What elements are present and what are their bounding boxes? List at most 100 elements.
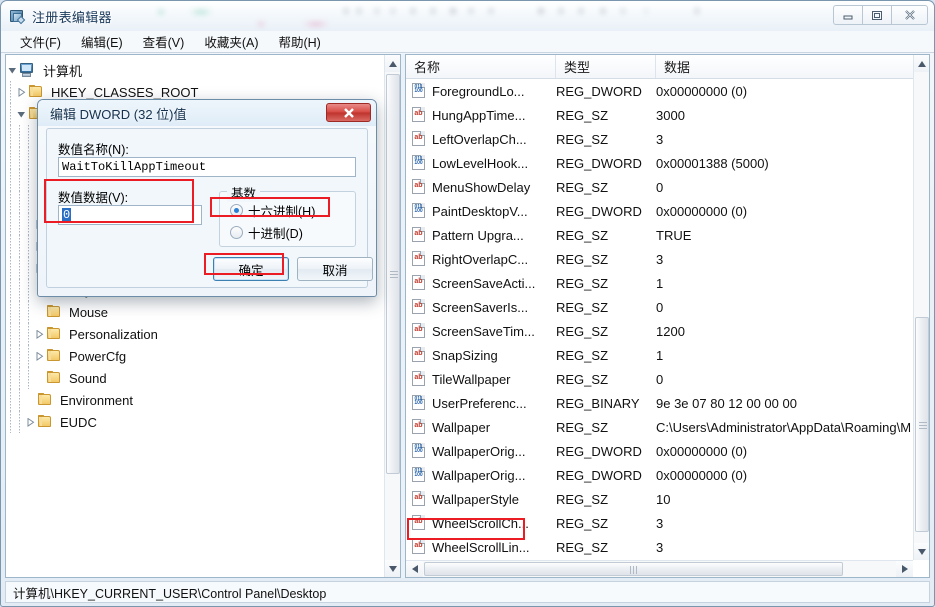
maximize-button[interactable] <box>862 5 891 25</box>
registry-editor-window: 注册表编辑器 文件(F) 编辑(E) 查看(V) 收藏夹(A) 帮助(H) <box>0 0 935 607</box>
tree-no-arrow <box>33 301 45 323</box>
collapse-arrow-icon[interactable] <box>33 323 45 345</box>
collapse-arrow-icon[interactable] <box>33 345 45 367</box>
table-row[interactable]: abScreenSaverIs...REG_SZ0 <box>406 295 913 319</box>
value-type-cell: REG_SZ <box>556 348 656 363</box>
dword-value-icon: 011100 <box>411 443 427 459</box>
ok-button[interactable]: 确定 <box>213 257 289 281</box>
value-name-cell: 011100LowLevelHook... <box>406 155 556 171</box>
table-row[interactable]: abWheelScrollCh...REG_SZ3 <box>406 511 913 535</box>
radio-hexadecimal[interactable]: 十六进制(H) <box>230 201 315 219</box>
tree-indent <box>6 103 15 125</box>
column-header-name[interactable]: 名称 <box>406 55 556 78</box>
list-horizontal-scrollbar[interactable] <box>406 560 913 577</box>
tree-item[interactable]: PowerCfg <box>6 345 384 367</box>
column-header-type[interactable]: 类型 <box>556 55 656 78</box>
table-row[interactable]: abRightOverlapC...REG_SZ3 <box>406 247 913 271</box>
expand-arrow-icon[interactable] <box>6 59 18 81</box>
list-scroll-up-arrow[interactable] <box>914 55 929 72</box>
table-row[interactable]: 011100ForegroundLo...REG_DWORD0x00000000… <box>406 79 913 103</box>
table-row[interactable]: abTileWallpaperREG_SZ0 <box>406 367 913 391</box>
value-data-cell: 3 <box>656 132 913 147</box>
table-row[interactable]: 011100PaintDesktopV...REG_DWORD0x0000000… <box>406 199 913 223</box>
value-type-cell: REG_SZ <box>556 276 656 291</box>
registry-values-pane: 名称 类型 数据 011100ForegroundLo...REG_DWORD0… <box>405 54 930 578</box>
value-type-cell: REG_SZ <box>556 252 656 267</box>
value-data-cell: 0x00000000 (0) <box>656 468 913 483</box>
value-data-cell: 0x00000000 (0) <box>656 84 913 99</box>
table-row[interactable]: 011100UserPreferenc...REG_BINARY9e 3e 07… <box>406 391 913 415</box>
folder-icon <box>36 414 53 430</box>
tree-scroll-down-arrow[interactable] <box>385 560 400 577</box>
close-button[interactable] <box>891 5 928 25</box>
value-name-text: TileWallpaper <box>432 372 511 387</box>
value-data-cell: 1 <box>656 348 913 363</box>
string-value-icon: ab <box>411 347 427 363</box>
tree-indent <box>24 279 33 301</box>
title-bar: 注册表编辑器 <box>1 1 934 31</box>
status-bar: 计算机\HKEY_CURRENT_USER\Control Panel\Desk… <box>5 581 930 603</box>
tree-item[interactable]: EUDC <box>6 411 384 433</box>
value-data-label: 数值数据(V): <box>58 187 128 206</box>
table-row[interactable]: abPattern Upgra...REG_SZTRUE <box>406 223 913 247</box>
list-scrollbar-thumb[interactable] <box>915 317 929 532</box>
dialog-body: 数值名称(N): WaitToKillAppTimeout 数值数据(V): 0… <box>46 128 368 288</box>
table-row[interactable]: 011100LowLevelHook...REG_DWORD0x00001388… <box>406 151 913 175</box>
menu-view[interactable]: 查看(V) <box>134 30 194 53</box>
menu-favorites[interactable]: 收藏夹(A) <box>195 30 267 53</box>
folder-icon <box>27 84 44 100</box>
value-type-cell: REG_SZ <box>556 108 656 123</box>
dialog-close-button[interactable] <box>326 103 371 122</box>
table-row[interactable]: abLeftOverlapCh...REG_SZ3 <box>406 127 913 151</box>
table-row[interactable]: abSnapSizingREG_SZ1 <box>406 343 913 367</box>
table-row[interactable]: abScreenSaveTim...REG_SZ1200 <box>406 319 913 343</box>
value-name-text: LowLevelHook... <box>432 156 528 171</box>
table-row[interactable]: abWallpaperStyleREG_SZ10 <box>406 487 913 511</box>
table-row[interactable]: abHungAppTime...REG_SZ3000 <box>406 103 913 127</box>
menu-edit[interactable]: 编辑(E) <box>72 30 132 53</box>
tree-indent <box>6 191 15 213</box>
tree-item[interactable]: Sound <box>6 367 384 389</box>
value-name-text: HungAppTime... <box>432 108 525 123</box>
menu-help[interactable]: 帮助(H) <box>269 30 329 53</box>
tree-item[interactable]: Environment <box>6 389 384 411</box>
value-data-cell: 3 <box>656 540 913 555</box>
collapse-arrow-icon[interactable] <box>24 411 36 433</box>
edit-dword-dialog: 编辑 DWORD (32 位)值 数值名称(N): WaitToKillAppT… <box>37 99 377 297</box>
minimize-button[interactable] <box>833 5 862 25</box>
tree-no-arrow <box>33 367 45 389</box>
tree-item[interactable]: 计算机 <box>6 59 384 81</box>
table-row[interactable]: abWallpaperREG_SZC:\Users\Administrator\… <box>406 415 913 439</box>
list-scroll-left-arrow[interactable] <box>406 561 423 577</box>
value-name-cell: 011100WallpaperOrig... <box>406 467 556 483</box>
list-scroll-down-arrow[interactable] <box>914 543 929 560</box>
list-scroll-right-arrow[interactable] <box>896 561 913 577</box>
table-row[interactable]: abWheelScrollLin...REG_SZ3 <box>406 535 913 559</box>
radio-decimal[interactable]: 十进制(D) <box>230 223 303 241</box>
value-name-text: Wallpaper <box>432 420 490 435</box>
tree-vertical-scrollbar[interactable] <box>384 55 400 577</box>
tree-scroll-up-arrow[interactable] <box>385 55 400 72</box>
table-row[interactable]: 011100WallpaperOrig...REG_DWORD0x0000000… <box>406 439 913 463</box>
tree-indent <box>15 191 24 213</box>
tree-item[interactable]: Mouse <box>6 301 384 323</box>
base-group-label: 基数 <box>227 183 260 202</box>
cancel-button[interactable]: 取消 <box>297 257 373 281</box>
dialog-title-bar: 编辑 DWORD (32 位)值 <box>38 100 376 126</box>
value-name-field[interactable]: WaitToKillAppTimeout <box>58 157 356 177</box>
menu-file[interactable]: 文件(F) <box>11 30 70 53</box>
string-value-icon: ab <box>411 275 427 291</box>
table-row[interactable]: abScreenSaveActi...REG_SZ1 <box>406 271 913 295</box>
value-data-field[interactable]: 0 <box>58 205 202 225</box>
string-value-icon: ab <box>411 107 427 123</box>
table-row[interactable]: 011100WallpaperOrig...REG_DWORD0x0000000… <box>406 463 913 487</box>
expand-arrow-icon[interactable] <box>15 103 27 125</box>
tree-scrollbar-thumb[interactable] <box>386 74 400 474</box>
list-hscrollbar-thumb[interactable] <box>424 562 843 576</box>
column-header-data[interactable]: 数据 <box>656 55 913 78</box>
tree-item[interactable]: Personalization <box>6 323 384 345</box>
tree-indent <box>24 125 33 147</box>
table-row[interactable]: abMenuShowDelayREG_SZ0 <box>406 175 913 199</box>
list-vertical-scrollbar[interactable] <box>913 55 929 560</box>
collapse-arrow-icon[interactable] <box>15 81 27 103</box>
